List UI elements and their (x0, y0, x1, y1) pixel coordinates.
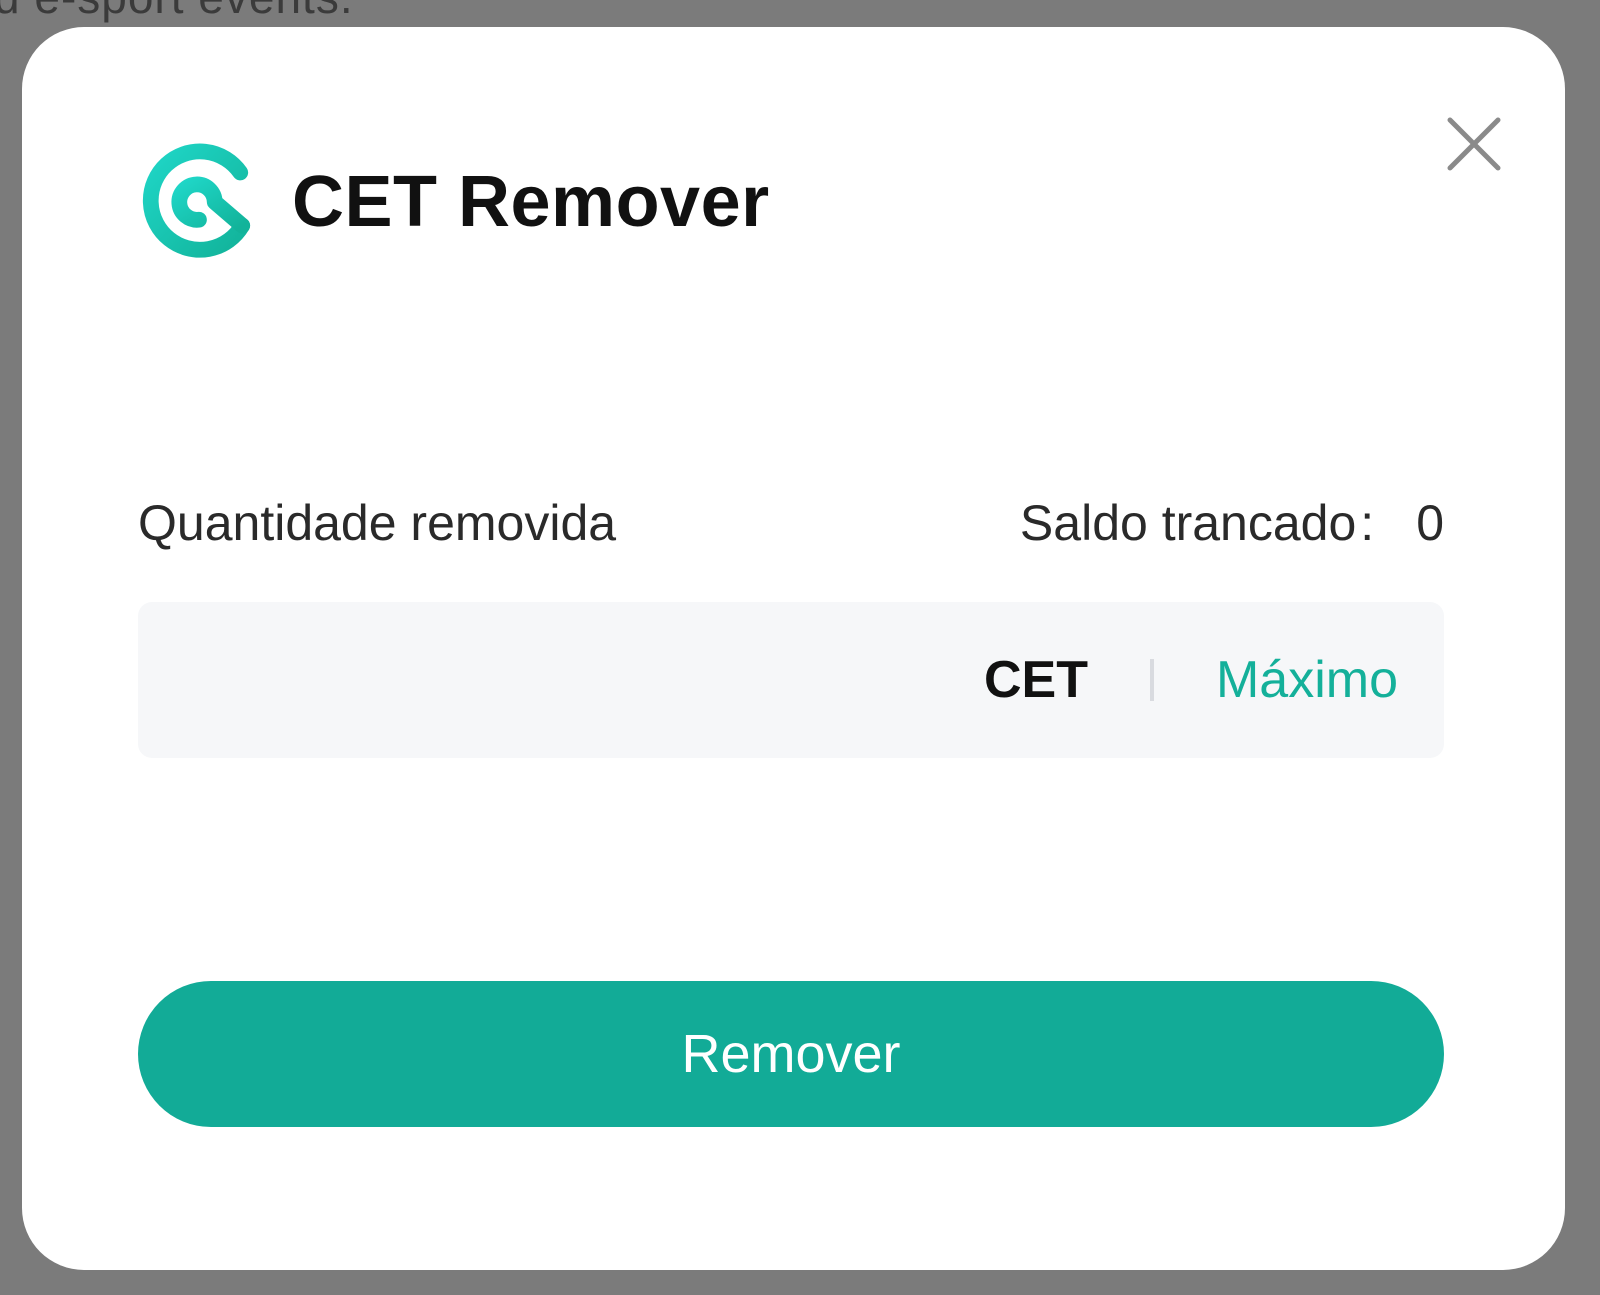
cet-remover-dialog: CET Remover Quantidade removida Saldo tr… (22, 27, 1565, 1270)
locked-balance-value: 0 (1416, 495, 1444, 551)
locked-balance: Saldo trancado : 0 (1020, 494, 1444, 552)
dialog-header: CET Remover (138, 143, 770, 261)
locked-balance-label: Saldo trancado (1019, 495, 1357, 551)
amount-suffix: CET Máximo (984, 602, 1398, 758)
background-page-text: d e-sport events. (0, 0, 354, 24)
divider (1149, 659, 1154, 701)
amount-label: Quantidade removida (138, 495, 617, 551)
amount-input[interactable] (178, 602, 942, 760)
close-button[interactable] (1432, 102, 1516, 186)
unit-label: CET (983, 651, 1088, 709)
amount-input-box: CET Máximo (138, 602, 1444, 760)
locked-balance-separator: : (1360, 495, 1375, 551)
max-button[interactable]: Máximo (1216, 650, 1398, 710)
coinex-logo-icon (142, 143, 251, 258)
close-icon (1447, 117, 1501, 171)
amount-label-row: Quantidade removida Saldo trancado : 0 (138, 494, 1444, 552)
dialog-title: CET Remover (292, 162, 770, 242)
remove-button[interactable]: Remover (138, 981, 1444, 1127)
